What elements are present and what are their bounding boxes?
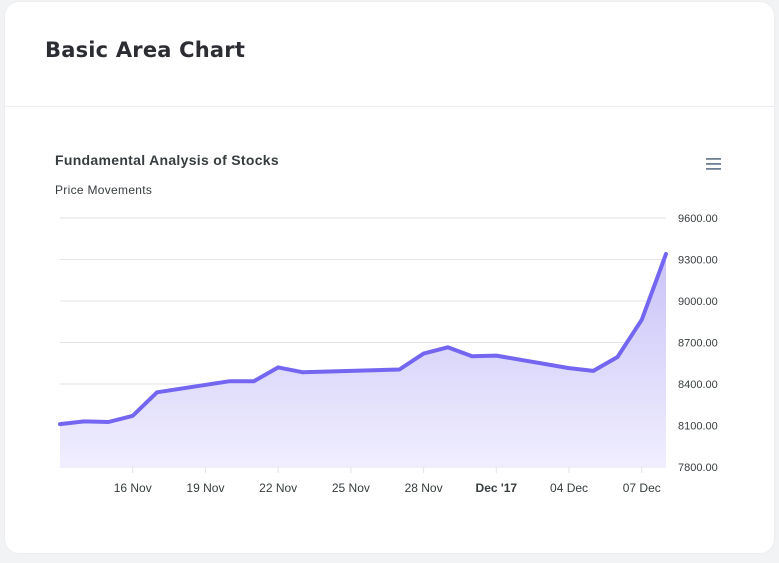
x-axis: 16 Nov 19 Nov 22 Nov 25 Nov 28 Nov Dec '17 04 …: [114, 467, 661, 495]
hamburger-menu-icon[interactable]: [704, 155, 726, 173]
y-tick-label: 7800.00: [678, 462, 718, 474]
chart-card: Basic Area Chart Fundamental Analysis of…: [5, 2, 774, 553]
x-tick-label: 16 Nov: [114, 481, 152, 495]
card-title: Basic Area Chart: [45, 38, 246, 62]
y-tick-label: 8100.00: [678, 421, 718, 433]
y-tick-label: 9300.00: [678, 255, 718, 267]
x-tick-label: Dec '17: [476, 481, 518, 495]
x-tick-label: 22 Nov: [259, 481, 297, 495]
y-axis: 9600.00 9300.00 9000.00 8700.00 8400.00 8100.…: [678, 213, 718, 474]
area-chart: Fundamental Analysis of Stocks Price Mov…: [55, 152, 718, 495]
area-series: [58, 252, 668, 467]
area-fill: [60, 254, 666, 467]
y-tick-label: 9600.00: [678, 213, 718, 225]
x-tick-label: 04 Dec: [550, 481, 588, 495]
y-tick-label: 8400.00: [678, 379, 718, 391]
x-tick-label: 19 Nov: [186, 481, 224, 495]
y-tick-label: 9000.00: [678, 296, 718, 308]
x-tick-label: 07 Dec: [623, 481, 661, 495]
y-tick-label: 8700.00: [678, 338, 718, 350]
chart-subtitle: Price Movements: [55, 183, 152, 197]
x-tick-label: 28 Nov: [405, 481, 443, 495]
chart-title: Fundamental Analysis of Stocks: [55, 152, 279, 168]
x-tick-label: 25 Nov: [332, 481, 370, 495]
card-header: Basic Area Chart: [5, 2, 774, 107]
chart-container: Fundamental Analysis of Stocks Price Mov…: [5, 107, 774, 553]
